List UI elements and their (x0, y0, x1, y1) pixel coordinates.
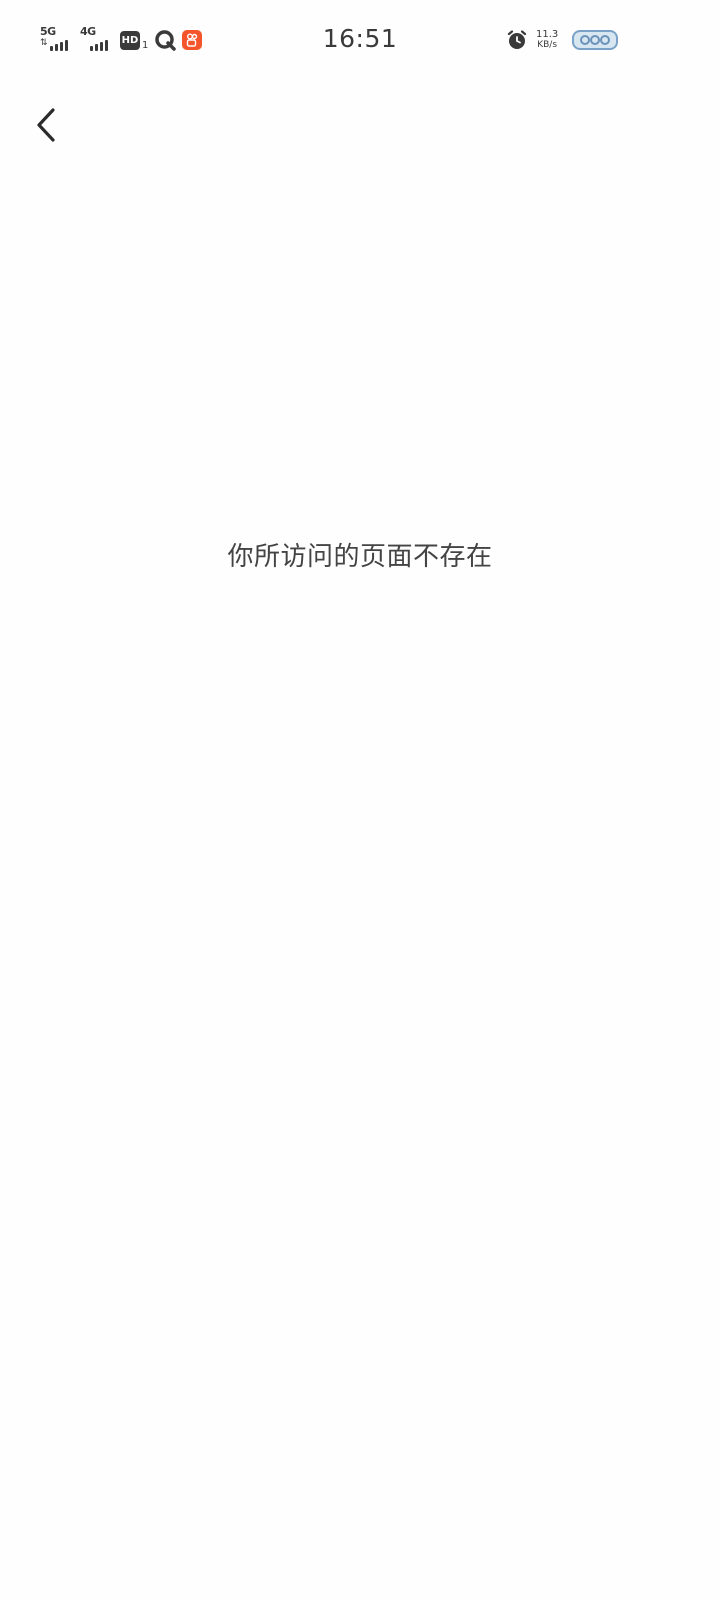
status-bar-right: 11.3 KB/s (506, 26, 619, 54)
network-speed-unit: KB/s (537, 40, 558, 50)
network-speed-value: 11.3 (536, 29, 559, 40)
screen: 5G ⇅ 4G HD 1 16:51 11.3 KB/s 你所访问的页面不存在 (0, 0, 720, 1600)
status-bar: 5G ⇅ 4G HD 1 16:51 11.3 KB/s (0, 0, 720, 80)
page-not-found-message: 你所访问的页面不存在 (227, 542, 493, 572)
chevron-left-icon (37, 108, 55, 142)
alarm-icon (507, 30, 527, 49)
back-button[interactable] (24, 100, 68, 150)
network-speed: 11.3 KB/s (536, 29, 559, 51)
battery-icon (572, 30, 619, 50)
